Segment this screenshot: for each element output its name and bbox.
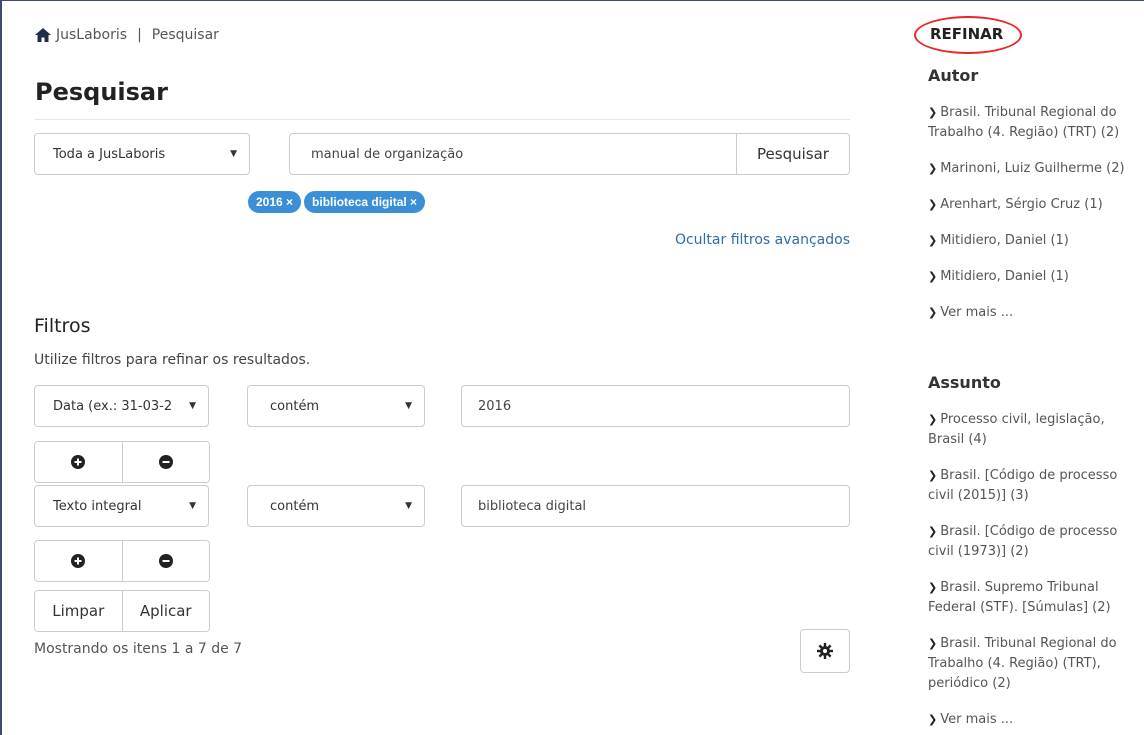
chevron-right-circle-icon: ❯ (928, 637, 938, 650)
facet-item[interactable]: ❯ Brasil. Tribunal Regional do Trabalho (… (928, 634, 1140, 694)
filters-heading: Filtros (34, 315, 91, 337)
caret-down-icon: ▼ (405, 501, 412, 511)
clear-filters-button[interactable]: Limpar (35, 591, 122, 631)
facet-item[interactable]: ❯ Mitidiero, Daniel (1) (928, 231, 1140, 251)
add-filter-button[interactable] (35, 541, 122, 581)
facet-item[interactable]: ❯ Marinoni, Luiz Guilherme (2) (928, 159, 1140, 179)
search-button[interactable]: Pesquisar (736, 133, 850, 175)
page-title: Pesquisar (35, 78, 168, 106)
remove-filter-button[interactable] (121, 442, 209, 482)
chevron-right-circle-icon: ❯ (928, 234, 938, 247)
facet-item[interactable]: ❯ Mitidiero, Daniel (1) (928, 267, 1140, 287)
filter-row-buttons (34, 441, 210, 483)
filter-operator-select[interactable]: contém ▼ (247, 385, 425, 427)
title-divider (35, 119, 850, 120)
chevron-right-circle-icon: ❯ (928, 198, 938, 211)
filters-description: Utilize filtros para refinar os resultad… (34, 352, 311, 368)
filter-actions: Limpar Aplicar (34, 590, 210, 632)
filter-field-select[interactable]: Data (ex.: 31-03-2 ▼ (34, 385, 209, 427)
facet-show-more-link[interactable]: ❯ Ver mais ... (928, 710, 1140, 730)
facet-list-assunto: ❯ Processo civil, legislação, Brasil (4) … (928, 410, 1140, 730)
filter-field-value: Texto integral (53, 498, 142, 514)
filter-field-value: Data (ex.: 31-03-2 (53, 398, 173, 414)
chevron-right-circle-icon: ❯ (928, 713, 938, 726)
minus-circle-icon (158, 455, 173, 469)
scope-select-value: Toda a JusLaboris (53, 146, 166, 162)
add-filter-button[interactable] (35, 442, 122, 482)
breadcrumb-current: Pesquisar (151, 27, 219, 43)
remove-filter-button[interactable] (121, 541, 209, 581)
filter-value-text: 2016 (478, 398, 512, 414)
filter-row-buttons (34, 540, 210, 582)
search-input[interactable]: manual de organização (289, 133, 737, 175)
facet-item[interactable]: ❯ Arenhart, Sérgio Cruz (1) (928, 195, 1140, 215)
facet-item[interactable]: ❯ Brasil. [Código de processo civil (1973… (928, 522, 1140, 562)
scope-select[interactable]: Toda a JusLaboris ▼ (34, 133, 250, 175)
chevron-right-circle-icon: ❯ (928, 525, 938, 538)
facet-item[interactable]: ❯ Brasil. Tribunal Regional do Trabalho (… (928, 103, 1140, 143)
refine-heading: REFINAR (930, 25, 1004, 43)
facet-item[interactable]: ❯ Processo civil, legislação, Brasil (4) (928, 410, 1140, 450)
filter-value-input[interactable]: biblioteca digital (461, 485, 850, 527)
filter-tag-year[interactable]: 2016 × (248, 191, 302, 213)
filter-tag-biblioteca-digital[interactable]: biblioteca digital × (304, 191, 426, 213)
breadcrumb-home-link[interactable]: JusLaboris (56, 27, 127, 43)
filter-operator-select[interactable]: contém ▼ (247, 485, 425, 527)
chevron-right-circle-icon: ❯ (928, 306, 938, 319)
chevron-right-circle-icon: ❯ (928, 581, 938, 594)
search-input-value: manual de organização (311, 146, 464, 162)
breadcrumb: JusLaboris | Pesquisar (35, 27, 219, 43)
gear-icon (817, 643, 833, 659)
plus-circle-icon (71, 455, 86, 469)
breadcrumb-separator: | (137, 27, 142, 43)
filter-operator-value: contém (270, 398, 320, 414)
facet-heading-autor: Autor (928, 66, 979, 85)
chevron-right-circle-icon: ❯ (928, 270, 938, 283)
caret-down-icon: ▼ (230, 149, 237, 159)
filter-operator-value: contém (270, 498, 320, 514)
results-settings-button[interactable] (800, 629, 850, 673)
toggle-advanced-filters-link[interactable]: Ocultar filtros avançados (675, 232, 850, 248)
facet-heading-assunto: Assunto (928, 373, 1001, 392)
home-icon[interactable] (35, 28, 51, 42)
filter-value-text: biblioteca digital (478, 498, 587, 514)
caret-down-icon: ▼ (405, 401, 412, 411)
minus-circle-icon (158, 554, 173, 568)
apply-filters-button[interactable]: Aplicar (121, 591, 209, 631)
caret-down-icon: ▼ (189, 401, 196, 411)
facet-list-autor: ❯ Brasil. Tribunal Regional do Trabalho (… (928, 103, 1140, 323)
results-summary: Mostrando os itens 1 a 7 de 7 (34, 641, 243, 657)
facet-item[interactable]: ❯ Brasil. [Código de processo civil (2015… (928, 466, 1140, 506)
chevron-right-circle-icon: ❯ (928, 106, 938, 119)
chevron-right-circle-icon: ❯ (928, 162, 938, 175)
active-filter-tags: 2016 × biblioteca digital × (248, 191, 426, 213)
plus-circle-icon (71, 554, 86, 568)
chevron-right-circle-icon: ❯ (928, 469, 938, 482)
filter-field-select[interactable]: Texto integral ▼ (34, 485, 209, 527)
facet-show-more-link[interactable]: ❯ Ver mais ... (928, 303, 1140, 323)
filter-value-input[interactable]: 2016 (461, 385, 850, 427)
chevron-right-circle-icon: ❯ (928, 413, 938, 426)
caret-down-icon: ▼ (189, 501, 196, 511)
facet-item[interactable]: ❯ Brasil. Supremo Tribunal Federal (STF).… (928, 578, 1140, 618)
